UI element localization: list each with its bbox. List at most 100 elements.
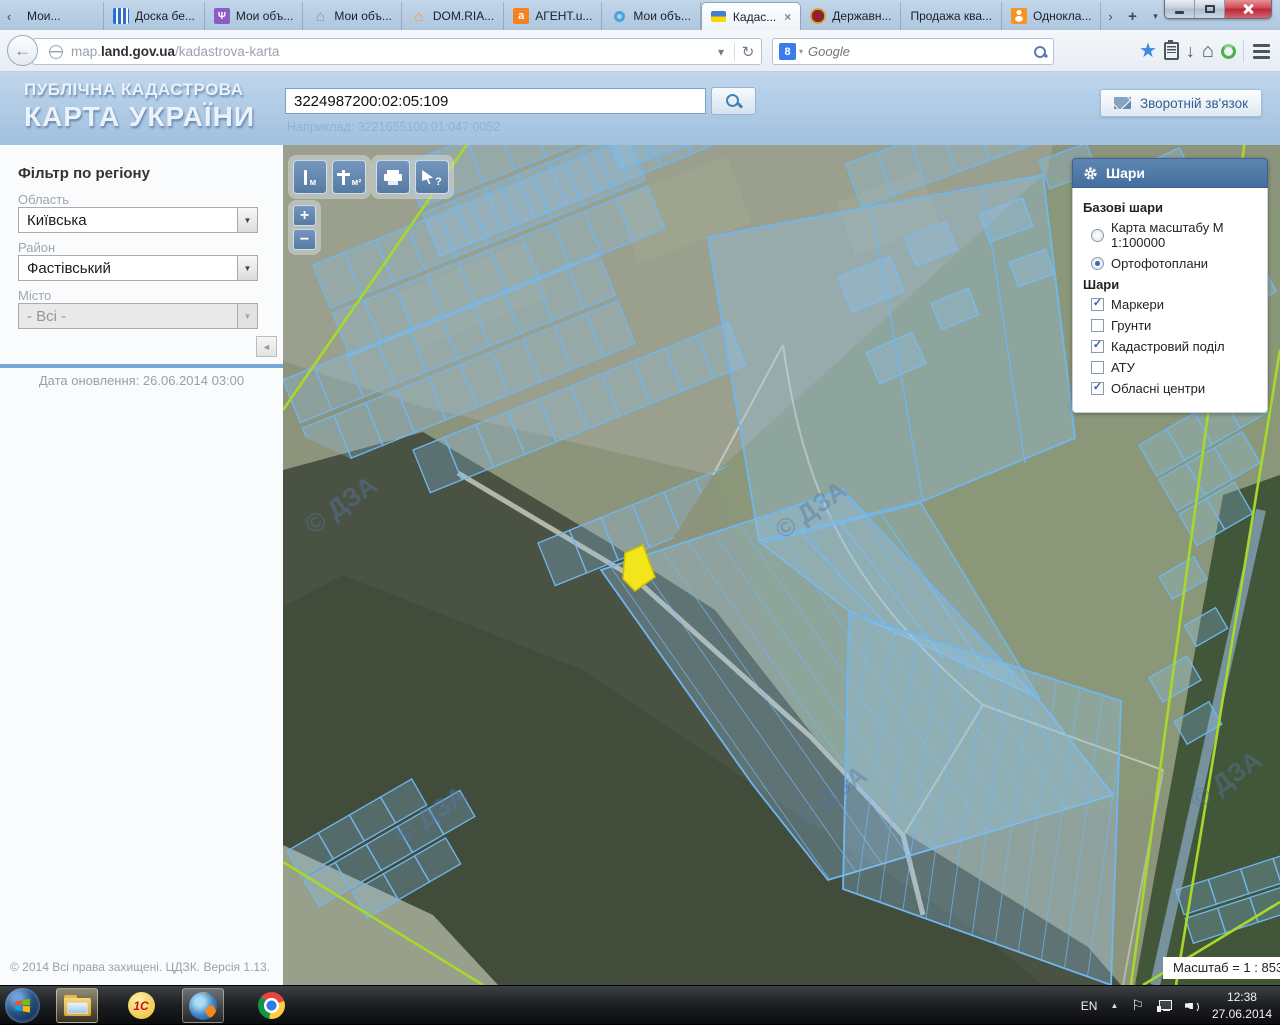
layer-option-oblast-centers[interactable]: ✓ Обласні центри [1091,381,1257,396]
tab-close-icon[interactable]: × [784,10,791,24]
restaurant-fork-icon: Ψ [214,8,230,24]
checkbox-checked-icon[interactable]: ✓ [1091,382,1104,395]
copyright-text: © 2014 Всі права захищені. ЦДЗК. Версія … [10,960,270,974]
measure-length-button[interactable]: м [293,160,327,194]
tab-domria[interactable]: ⌂DOM.RIA... [402,2,504,30]
oblast-select[interactable]: Київська ▼ [18,207,258,233]
tab-moi-ob-4[interactable]: Мои объ... [602,2,701,30]
home-icon[interactable]: ⌂ [1202,41,1214,61]
tab-agent[interactable]: aАГЕНТ.u... [504,2,602,30]
zoom-out-button[interactable]: − [293,229,316,250]
sidebar-collapse-button[interactable]: ◄ [256,336,277,357]
engine-caret-icon[interactable]: ▾ [799,47,803,56]
cadastral-search-button[interactable] [711,87,756,115]
screen: ‹ Мои... Доска бе... ΨМои объ... ⌂Мои об… [0,0,1280,1024]
map-area: © ДЗА © ДЗА © ДЗА © ДЗА © ДЗА © ДЗА м м² [283,145,1280,985]
tab-prodazha[interactable]: Продажа ква... [901,2,1002,30]
select-caret-icon[interactable]: ▼ [237,256,257,280]
select-caret-icon[interactable]: ▼ [237,208,257,232]
tab-derzhavna[interactable]: Державн... [801,2,901,30]
browser-search-input[interactable] [808,44,1033,59]
rayon-select[interactable]: Фастівський ▼ [18,255,258,281]
tab-odnoklassniki[interactable]: Однокла... [1002,2,1101,30]
layers-panel-header[interactable]: Шари [1072,158,1268,188]
cursor-icon [422,170,433,184]
layers-panel: Шари Базові шари Карта масштабу М 1:1000… [1072,158,1268,413]
layer-option-cadastre[interactable]: ✓ Кадастровий поділ [1091,339,1257,354]
downloads-icon[interactable]: ↓ [1186,42,1195,60]
minimize-button[interactable] [1165,0,1195,18]
minimize-icon [1175,11,1184,14]
tab-moi-ob-2[interactable]: ΨМои объ... [205,2,304,30]
area-ruler-icon [337,170,350,185]
reload-icon[interactable]: ↻ [735,39,761,64]
envelope-icon [1114,97,1131,109]
measure-area-button[interactable]: м² [332,160,366,194]
checkbox-checked-icon[interactable]: ✓ [1091,340,1104,353]
checkbox-icon[interactable] [1091,319,1104,332]
network-icon[interactable] [1157,1000,1172,1012]
addon-ring-icon[interactable] [1221,44,1236,59]
cadastral-number-input[interactable] [285,88,706,114]
taskbar-firefox-button[interactable] [182,988,224,1023]
browser-search-box[interactable]: 8 ▾ [772,38,1054,65]
layer-option-markers[interactable]: ✓ Маркери [1091,297,1257,312]
checkbox-icon[interactable] [1091,361,1104,374]
base-layer-option-ortho[interactable]: Ортофотоплани [1091,256,1257,271]
misto-select: - Всі - ▼ [18,303,258,329]
checkbox-checked-icon[interactable]: ✓ [1091,298,1104,311]
tab-moi-ob-3[interactable]: ⌂Мои объ... [303,2,402,30]
ildi-board-icon [113,8,129,24]
tab-scroll-left-icon[interactable]: ‹ [0,2,18,30]
taskbar-1c-button[interactable]: 1С [120,988,162,1023]
state-emblem-icon [810,8,826,24]
bookmarks-menu-icon[interactable] [1164,42,1179,60]
measure-tools-group: м м² [289,156,370,198]
zoom-in-button[interactable]: + [293,205,316,226]
base-layer-option-map100000[interactable]: Карта масштабу М 1:100000 [1091,220,1257,250]
print-button[interactable] [376,160,410,194]
tab-moi-1[interactable]: Мои... [18,2,104,30]
ukraine-flag-icon [711,9,727,25]
url-dropdown-icon[interactable]: ▾ [708,39,734,64]
layer-option-soils[interactable]: Грунти [1091,318,1257,333]
windows-logo-icon [14,997,31,1014]
tab-list-caret-icon[interactable]: ▾ [1145,2,1165,30]
feedback-button[interactable]: Зворотній зв'язок [1100,89,1262,117]
rayon-label: Район [18,240,55,255]
url-text: map.land.gov.ua/kadastrova-karta [71,44,279,59]
printer-icon [384,170,402,184]
gear-icon [1083,166,1098,181]
layers-title: Шари [1083,277,1257,292]
tab-kadastrova-active[interactable]: Кадас...× [701,2,801,30]
tab-doska[interactable]: Доска бе... [104,2,205,30]
radio-icon[interactable] [1091,229,1104,242]
action-center-flag-icon[interactable]: ⚐ [1131,997,1144,1014]
layer-option-atu[interactable]: АТУ [1091,360,1257,375]
site-globe-icon [49,45,63,59]
bookmark-star-icon[interactable]: ★ [1139,41,1157,61]
sidebar-divider [0,364,283,368]
back-button[interactable]: ← [7,35,38,66]
clock[interactable]: 12:38 27.06.2014 [1212,989,1272,1021]
new-tab-button[interactable]: + [1119,2,1145,30]
search-magnifier-icon[interactable] [1033,45,1047,59]
language-indicator[interactable]: EN [1081,999,1098,1013]
start-button[interactable] [5,988,40,1023]
close-button[interactable] [1225,0,1271,18]
data-updated-text: Дата оновлення: 26.06.2014 03:00 [0,373,283,388]
site-header: ПУБЛІЧНА КАДАСТРОВА КАРТА УКРАЇНИ Наприк… [0,72,1280,145]
radio-selected-icon[interactable] [1091,257,1104,270]
maximize-button[interactable] [1195,0,1225,18]
taskbar-chrome-button[interactable] [250,988,292,1023]
taskbar-explorer-button[interactable] [56,988,98,1023]
volume-icon[interactable] [1185,1000,1199,1012]
google-engine-icon[interactable]: 8 [779,43,796,60]
hidden-icons-caret-icon[interactable]: ▲ [1110,1001,1118,1010]
identify-button[interactable]: ? [415,160,449,194]
menu-hamburger-icon[interactable] [1251,42,1272,61]
select-caret-icon: ▼ [237,304,257,328]
browser-toolbar: ← map.land.gov.ua/kadastrova-karta ▾ ↻ 8… [0,30,1280,72]
url-bar[interactable]: map.land.gov.ua/kadastrova-karta ▾ ↻ [32,38,762,65]
tab-scroll-right-icon[interactable]: › [1101,2,1119,30]
